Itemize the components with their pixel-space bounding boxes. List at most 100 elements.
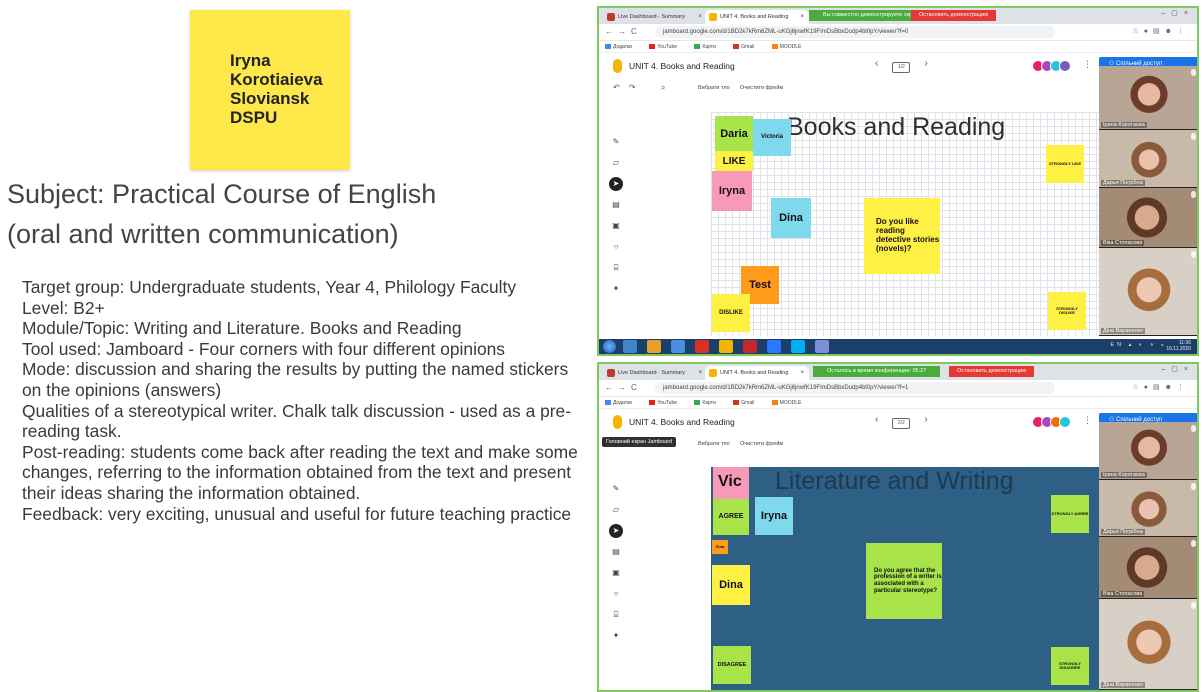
jamboard-logo-icon[interactable] [613, 59, 622, 73]
circle-icon[interactable]: ○ [609, 587, 623, 601]
jam-title[interactable]: UNIT 4. Books and Reading [629, 61, 735, 71]
eraser-icon[interactable]: ▱ [609, 156, 623, 170]
bookmark-apps[interactable]: Додатки [605, 44, 640, 50]
jam-canvas-2[interactable]: Literature and Writing Vic AGREE Iryna Л… [711, 467, 1099, 690]
image-icon[interactable]: ▣ [609, 566, 623, 580]
bookmark-moodle[interactable]: MOODLE [771, 44, 810, 50]
chrome-icon[interactable] [695, 340, 709, 353]
jam-title[interactable]: UNIT 4. Books and Reading [629, 417, 735, 427]
bookmark-youtube[interactable]: YouTube [649, 400, 685, 406]
window-controls[interactable]: –▢× [1161, 365, 1194, 373]
more-options-icon[interactable]: ⋮ [1083, 415, 1092, 426]
sticky-note-icon[interactable]: ▤ [609, 198, 623, 212]
clear-frame-button[interactable]: Очистити фрейм [740, 437, 783, 451]
jam-canvas-1[interactable]: Books and Reading Daria Victoria LIKE Ir… [711, 112, 1099, 336]
sticky-dislike[interactable]: DISLIKE [712, 294, 750, 332]
close-tab-icon[interactable]: × [698, 366, 702, 380]
collaborator-avatars[interactable] [1032, 415, 1071, 428]
participant-tile[interactable]: Дарья Погрібна [1099, 480, 1197, 537]
bookmark-maps[interactable]: Карти [694, 400, 723, 406]
bookmark-moodle[interactable]: MOODLE [771, 400, 810, 406]
url-input[interactable]: jamboard.google.com/d/1BD2k7kRm6ZML-uKGj… [655, 26, 1055, 38]
prev-frame-icon[interactable]: ‹ [875, 58, 878, 69]
sticky-strongly-agree[interactable]: STRONGLY AGREE [1051, 495, 1089, 533]
close-tab-icon[interactable]: × [800, 366, 804, 380]
laser-icon[interactable]: ✦ [609, 629, 623, 643]
redo-icon[interactable]: ↷ [629, 81, 636, 95]
zoom-app-icon[interactable] [767, 340, 781, 353]
app-icon[interactable] [719, 340, 733, 353]
bookmark-gmail[interactable]: Gmail [733, 400, 762, 406]
more-options-icon[interactable]: ⋮ [1083, 59, 1092, 70]
set-background-button[interactable]: Вибрати тло [698, 437, 730, 451]
collaborator-avatars[interactable] [1032, 59, 1071, 72]
participant-tile[interactable]: Віка Стопасова [1099, 188, 1197, 248]
image-icon[interactable]: ▣ [609, 219, 623, 233]
system-tray-icons[interactable]: EN ▴ ◐ ◑ ◒ [1111, 342, 1167, 348]
frame-bar-icon[interactable]: 1/2 [892, 62, 911, 73]
sticky-iryna[interactable]: Iryna [755, 497, 793, 535]
browser-nav-icons[interactable]: ←→C [605, 27, 642, 36]
bookmark-gmail[interactable]: Gmail [733, 44, 762, 50]
windows-start-icon[interactable] [603, 340, 616, 353]
participant-tile[interactable]: Дарья Погрібна [1099, 130, 1197, 188]
eraser-icon[interactable]: ▱ [609, 503, 623, 517]
prev-frame-icon[interactable]: ‹ [875, 414, 878, 425]
participant-tile[interactable]: Віка Стопасова [1099, 537, 1197, 599]
circle-icon[interactable]: ○ [609, 240, 623, 254]
participant-tile[interactable]: Ірина Коротаєва [1099, 66, 1197, 130]
select-icon[interactable]: ➤ [609, 177, 623, 191]
participant-tile[interactable]: Діна Вараненко [1099, 599, 1197, 690]
url-input[interactable]: jamboard.google.com/d/1BD2k7kRm6ZML-uKGj… [655, 382, 1055, 394]
app-icon[interactable] [743, 340, 757, 353]
stop-sharing-button[interactable]: Остановить демонстрацию [911, 10, 997, 21]
clock[interactable]: 11:36 10.11.2020 [1166, 340, 1191, 352]
close-tab-icon[interactable]: × [698, 10, 702, 24]
window-controls[interactable]: –▢× [1161, 9, 1194, 17]
set-background-button[interactable]: Вибрати тло [698, 81, 730, 95]
sticky-strongly-disagree[interactable]: STRONGLY DISAGREE [1051, 647, 1089, 685]
jamboard-logo-icon[interactable] [613, 415, 622, 429]
app-icon[interactable] [671, 340, 685, 353]
sticky-vic[interactable]: Vic [713, 467, 749, 499]
participant-tile[interactable]: Діна Вараненко [1099, 248, 1197, 336]
clear-frame-button[interactable]: Очистити фрейм [740, 81, 783, 95]
stop-sharing-button[interactable]: Остановить демонстрацию [949, 366, 1035, 377]
text-box-icon[interactable]: ⌸ [609, 261, 623, 275]
select-icon[interactable]: ➤ [609, 524, 623, 538]
skype-icon[interactable] [791, 340, 805, 353]
bookmark-maps[interactable]: Карти [694, 44, 723, 50]
sticky-dina[interactable]: Dina [771, 198, 811, 238]
sticky-question[interactable]: Do you like reading detective stories (n… [864, 198, 940, 274]
browser-tab-dashboard[interactable]: Live Dashboard - Summary × [603, 10, 707, 24]
sticky-agree[interactable]: AGREE [713, 499, 749, 535]
sticky-small[interactable]: Ліля [712, 540, 728, 554]
undo-icon[interactable]: ↶ [613, 81, 620, 95]
sticky-victoria[interactable]: Victoria [753, 119, 791, 156]
laser-icon[interactable]: ✦ [609, 282, 623, 296]
sticky-note-icon[interactable]: ▤ [609, 545, 623, 559]
extension-icons[interactable]: ☆●▤☻⋮ [1133, 27, 1189, 35]
bookmark-apps[interactable]: Додатки [605, 400, 640, 406]
close-tab-icon[interactable]: × [800, 10, 804, 24]
frame-bar-icon[interactable]: 2/2 [892, 418, 911, 429]
extension-icons[interactable]: ☆●▤☻⋮ [1133, 383, 1189, 391]
sticky-strongly-dislike[interactable]: STRONGLY DISLIKE [1048, 292, 1086, 330]
sticky-question[interactable]: Do you agree that the profession of a wr… [866, 543, 942, 619]
ie-icon[interactable] [623, 340, 637, 353]
sticky-dina[interactable]: Dina [712, 565, 750, 605]
text-box-icon[interactable]: ⌸ [609, 608, 623, 622]
pen-icon[interactable]: ✎ [609, 135, 623, 149]
sticky-like[interactable]: LIKE [715, 151, 753, 171]
zoom-icon[interactable]: ⌕ [661, 81, 665, 95]
sticky-strongly-like[interactable]: STRONGLY LIKE [1046, 145, 1084, 183]
browser-tab-dashboard[interactable]: Live Dashboard - Summary × [603, 366, 707, 380]
sticky-iryna[interactable]: Iryna [712, 171, 752, 211]
bookmark-youtube[interactable]: YouTube [649, 44, 685, 50]
browser-tab-jamboard[interactable]: UNIT 4. Books and Reading × [705, 10, 809, 24]
participant-tile[interactable]: Ірина Коротаєва [1099, 422, 1197, 480]
pen-icon[interactable]: ✎ [609, 482, 623, 496]
browser-tab-jamboard[interactable]: UNIT 4. Books and Reading × [705, 366, 809, 380]
sticky-disagree[interactable]: DISAGREE [713, 646, 751, 684]
next-frame-icon[interactable]: › [924, 414, 927, 425]
